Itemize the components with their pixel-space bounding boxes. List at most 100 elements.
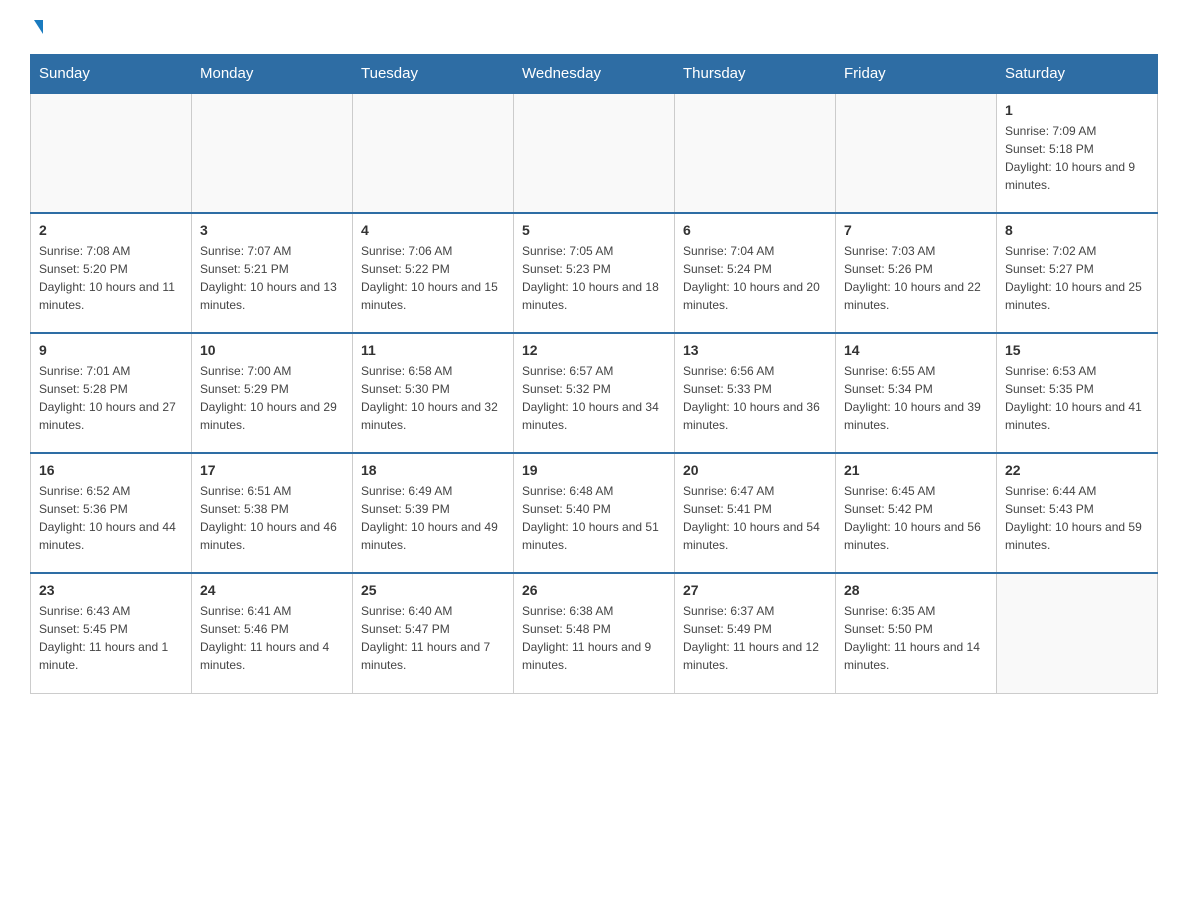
- day-info: Sunrise: 6:47 AM Sunset: 5:41 PM Dayligh…: [683, 482, 827, 554]
- header-day-saturday: Saturday: [997, 55, 1158, 94]
- day-number: 24: [200, 582, 344, 598]
- calendar-week-4: 23 Sunrise: 6:43 AM Sunset: 5:45 PM Dayli…: [31, 573, 1158, 693]
- calendar-cell: 9 Sunrise: 7:01 AM Sunset: 5:28 PM Daylig…: [31, 333, 192, 453]
- calendar-cell: 10 Sunrise: 7:00 AM Sunset: 5:29 PM Dayli…: [192, 333, 353, 453]
- day-number: 10: [200, 342, 344, 358]
- day-info: Sunrise: 6:41 AM Sunset: 5:46 PM Dayligh…: [200, 602, 344, 674]
- page-header: [30, 20, 1158, 34]
- calendar-week-3: 16 Sunrise: 6:52 AM Sunset: 5:36 PM Dayli…: [31, 453, 1158, 573]
- day-number: 23: [39, 582, 183, 598]
- calendar-cell: 2 Sunrise: 7:08 AM Sunset: 5:20 PM Daylig…: [31, 213, 192, 333]
- header-row: SundayMondayTuesdayWednesdayThursdayFrid…: [31, 55, 1158, 94]
- day-info: Sunrise: 6:56 AM Sunset: 5:33 PM Dayligh…: [683, 362, 827, 434]
- calendar-body: 1 Sunrise: 7:09 AM Sunset: 5:18 PM Daylig…: [31, 93, 1158, 693]
- header-day-wednesday: Wednesday: [514, 55, 675, 94]
- calendar-table: SundayMondayTuesdayWednesdayThursdayFrid…: [30, 54, 1158, 694]
- day-number: 17: [200, 462, 344, 478]
- day-info: Sunrise: 7:05 AM Sunset: 5:23 PM Dayligh…: [522, 242, 666, 314]
- calendar-cell: 4 Sunrise: 7:06 AM Sunset: 5:22 PM Daylig…: [353, 213, 514, 333]
- calendar-cell: 5 Sunrise: 7:05 AM Sunset: 5:23 PM Daylig…: [514, 213, 675, 333]
- header-day-thursday: Thursday: [675, 55, 836, 94]
- calendar-cell: 28 Sunrise: 6:35 AM Sunset: 5:50 PM Dayli…: [836, 573, 997, 693]
- day-number: 18: [361, 462, 505, 478]
- day-info: Sunrise: 7:01 AM Sunset: 5:28 PM Dayligh…: [39, 362, 183, 434]
- day-number: 9: [39, 342, 183, 358]
- day-info: Sunrise: 6:55 AM Sunset: 5:34 PM Dayligh…: [844, 362, 988, 434]
- day-number: 1: [1005, 102, 1149, 118]
- day-info: Sunrise: 6:53 AM Sunset: 5:35 PM Dayligh…: [1005, 362, 1149, 434]
- day-number: 16: [39, 462, 183, 478]
- day-number: 19: [522, 462, 666, 478]
- day-info: Sunrise: 6:51 AM Sunset: 5:38 PM Dayligh…: [200, 482, 344, 554]
- calendar-cell: 24 Sunrise: 6:41 AM Sunset: 5:46 PM Dayli…: [192, 573, 353, 693]
- day-info: Sunrise: 6:43 AM Sunset: 5:45 PM Dayligh…: [39, 602, 183, 674]
- day-info: Sunrise: 6:52 AM Sunset: 5:36 PM Dayligh…: [39, 482, 183, 554]
- calendar-cell: 3Sunrise: 7:07 AM Sunset: 5:21 PM Daylig…: [192, 213, 353, 333]
- day-number: 14: [844, 342, 988, 358]
- header-day-monday: Monday: [192, 55, 353, 94]
- calendar-cell: [192, 93, 353, 213]
- day-number: 4: [361, 222, 505, 238]
- header-day-friday: Friday: [836, 55, 997, 94]
- day-number: 13: [683, 342, 827, 358]
- day-info: Sunrise: 6:40 AM Sunset: 5:47 PM Dayligh…: [361, 602, 505, 674]
- calendar-header: SundayMondayTuesdayWednesdayThursdayFrid…: [31, 55, 1158, 94]
- calendar-cell: 12 Sunrise: 6:57 AM Sunset: 5:32 PM Dayli…: [514, 333, 675, 453]
- day-number: 25: [361, 582, 505, 598]
- calendar-cell: [675, 93, 836, 213]
- day-info: Sunrise: 6:58 AM Sunset: 5:30 PM Dayligh…: [361, 362, 505, 434]
- day-number: 2: [39, 222, 183, 238]
- logo: [30, 20, 43, 34]
- day-number: 26: [522, 582, 666, 598]
- day-number: 28: [844, 582, 988, 598]
- calendar-cell: 27 Sunrise: 6:37 AM Sunset: 5:49 PM Dayli…: [675, 573, 836, 693]
- day-info: Sunrise: 6:37 AM Sunset: 5:49 PM Dayligh…: [683, 602, 827, 674]
- calendar-cell: 20 Sunrise: 6:47 AM Sunset: 5:41 PM Dayli…: [675, 453, 836, 573]
- calendar-week-1: 2 Sunrise: 7:08 AM Sunset: 5:20 PM Daylig…: [31, 213, 1158, 333]
- calendar-cell: 11 Sunrise: 6:58 AM Sunset: 5:30 PM Dayli…: [353, 333, 514, 453]
- header-day-sunday: Sunday: [31, 55, 192, 94]
- day-info: Sunrise: 7:00 AM Sunset: 5:29 PM Dayligh…: [200, 362, 344, 434]
- calendar-cell: 21Sunrise: 6:45 AM Sunset: 5:42 PM Dayli…: [836, 453, 997, 573]
- day-info: Sunrise: 7:09 AM Sunset: 5:18 PM Dayligh…: [1005, 122, 1149, 194]
- calendar-cell: [997, 573, 1158, 693]
- calendar-cell: 15Sunrise: 6:53 AM Sunset: 5:35 PM Dayli…: [997, 333, 1158, 453]
- calendar-cell: 19 Sunrise: 6:48 AM Sunset: 5:40 PM Dayli…: [514, 453, 675, 573]
- day-number: 11: [361, 342, 505, 358]
- day-number: 5: [522, 222, 666, 238]
- calendar-cell: 13 Sunrise: 6:56 AM Sunset: 5:33 PM Dayli…: [675, 333, 836, 453]
- calendar-cell: 22 Sunrise: 6:44 AM Sunset: 5:43 PM Dayli…: [997, 453, 1158, 573]
- day-info: Sunrise: 6:44 AM Sunset: 5:43 PM Dayligh…: [1005, 482, 1149, 554]
- day-number: 27: [683, 582, 827, 598]
- day-info: Sunrise: 6:57 AM Sunset: 5:32 PM Dayligh…: [522, 362, 666, 434]
- calendar-cell: 8Sunrise: 7:02 AM Sunset: 5:27 PM Daylig…: [997, 213, 1158, 333]
- day-info: Sunrise: 7:08 AM Sunset: 5:20 PM Dayligh…: [39, 242, 183, 314]
- day-number: 8: [1005, 222, 1149, 238]
- day-number: 22: [1005, 462, 1149, 478]
- day-info: Sunrise: 7:06 AM Sunset: 5:22 PM Dayligh…: [361, 242, 505, 314]
- day-info: Sunrise: 6:38 AM Sunset: 5:48 PM Dayligh…: [522, 602, 666, 674]
- calendar-cell: 26 Sunrise: 6:38 AM Sunset: 5:48 PM Dayli…: [514, 573, 675, 693]
- day-info: Sunrise: 6:48 AM Sunset: 5:40 PM Dayligh…: [522, 482, 666, 554]
- calendar-cell: 14 Sunrise: 6:55 AM Sunset: 5:34 PM Dayli…: [836, 333, 997, 453]
- calendar-cell: 23 Sunrise: 6:43 AM Sunset: 5:45 PM Dayli…: [31, 573, 192, 693]
- calendar-week-0: 1 Sunrise: 7:09 AM Sunset: 5:18 PM Daylig…: [31, 93, 1158, 213]
- day-info: Sunrise: 7:04 AM Sunset: 5:24 PM Dayligh…: [683, 242, 827, 314]
- calendar-cell: 1 Sunrise: 7:09 AM Sunset: 5:18 PM Daylig…: [997, 93, 1158, 213]
- calendar-cell: 7Sunrise: 7:03 AM Sunset: 5:26 PM Daylig…: [836, 213, 997, 333]
- day-number: 20: [683, 462, 827, 478]
- calendar-cell: 17 Sunrise: 6:51 AM Sunset: 5:38 PM Dayli…: [192, 453, 353, 573]
- day-number: 12: [522, 342, 666, 358]
- day-info: Sunrise: 6:35 AM Sunset: 5:50 PM Dayligh…: [844, 602, 988, 674]
- calendar-cell: [353, 93, 514, 213]
- calendar-cell: 25 Sunrise: 6:40 AM Sunset: 5:47 PM Dayli…: [353, 573, 514, 693]
- calendar-cell: 6Sunrise: 7:04 AM Sunset: 5:24 PM Daylig…: [675, 213, 836, 333]
- day-number: 7: [844, 222, 988, 238]
- header-day-tuesday: Tuesday: [353, 55, 514, 94]
- calendar-week-2: 9 Sunrise: 7:01 AM Sunset: 5:28 PM Daylig…: [31, 333, 1158, 453]
- calendar-cell: [514, 93, 675, 213]
- logo-arrow-icon: [34, 20, 43, 34]
- calendar-cell: 16 Sunrise: 6:52 AM Sunset: 5:36 PM Dayli…: [31, 453, 192, 573]
- day-info: Sunrise: 6:49 AM Sunset: 5:39 PM Dayligh…: [361, 482, 505, 554]
- calendar-cell: [31, 93, 192, 213]
